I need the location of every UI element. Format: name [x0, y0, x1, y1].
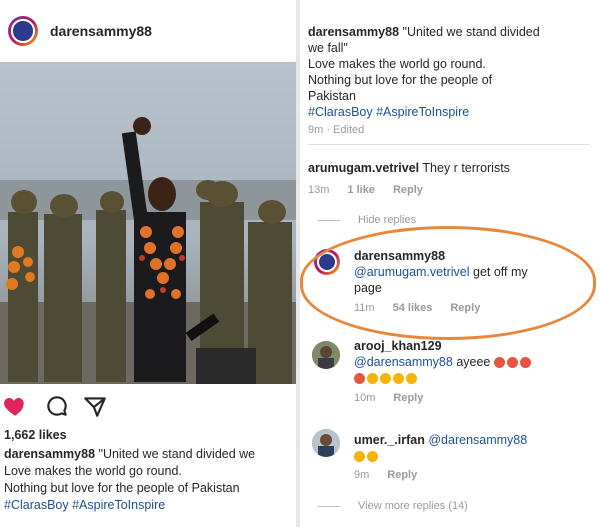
- comment-3-reply[interactable]: Reply: [393, 392, 423, 404]
- comment-4-time: 9m: [354, 469, 370, 481]
- separator: [308, 144, 590, 145]
- comment-3: arooj_khan129 @darensammy88 ayeee: [354, 338, 594, 386]
- post-panel: darensammy88 1,662 likes darensammy88 "U…: [0, 0, 296, 527]
- reply-avatar-darensammy88[interactable]: [314, 249, 340, 275]
- comment-2-meta: 11m 54 likes Reply: [354, 302, 480, 314]
- comment-2-username[interactable]: darensammy88: [354, 249, 445, 263]
- comment-1-text: They r terrorists: [422, 161, 510, 175]
- post-actions: [0, 393, 296, 423]
- post-photo[interactable]: [0, 62, 296, 384]
- hide-replies[interactable]: Hide replies: [318, 214, 416, 226]
- comments-caption: darensammy88 "United we stand divided we…: [308, 24, 596, 120]
- share-icon[interactable]: [82, 393, 108, 419]
- heart-eyes-emoji-icon: [493, 355, 533, 369]
- comment-4-reply[interactable]: Reply: [387, 469, 417, 481]
- post-header: darensammy88: [0, 0, 296, 62]
- caption-hashtags[interactable]: #ClarasBoy #AspireToInspire: [4, 497, 294, 514]
- comment-3-username[interactable]: arooj_khan129: [354, 339, 442, 353]
- comment-2: darensammy88 @arumugam.vetrivel get off …: [354, 248, 594, 296]
- emoji-row-icon: [354, 370, 594, 386]
- comments-caption-hashtags[interactable]: #ClarasBoy #AspireToInspire: [308, 104, 596, 120]
- reply-avatar-arooj-khan129[interactable]: [312, 341, 340, 369]
- hide-replies-label[interactable]: Hide replies: [358, 214, 416, 226]
- reply-avatar-umer-irfan[interactable]: [312, 429, 340, 457]
- comment-4-meta: 9m Reply: [354, 469, 417, 481]
- comment-4-mention[interactable]: @darensammy88: [428, 433, 527, 447]
- heart-icon[interactable]: [2, 393, 28, 419]
- comment-1-likes[interactable]: 1 like: [347, 184, 375, 196]
- comment-3-time: 10m: [354, 392, 376, 404]
- comment-4: umer._.irfan @darensammy88: [354, 432, 594, 464]
- comment-4-username[interactable]: umer._.irfan: [354, 433, 425, 447]
- caption-line-3: Nothing but love for the people of Pakis…: [4, 481, 240, 495]
- comment-2-likes[interactable]: 54 likes: [393, 302, 433, 314]
- comment-1: arumugam.vetrivel They r terrorists: [308, 160, 598, 176]
- comment-3-text: ayeee: [456, 355, 491, 369]
- view-more-replies[interactable]: View more replies (14): [318, 500, 468, 512]
- comment-1-time: 13m: [308, 184, 330, 196]
- comment-1-meta: 13m 1 like Reply: [308, 184, 423, 196]
- comment-2-reply[interactable]: Reply: [450, 302, 480, 314]
- photo-scene: [0, 62, 296, 384]
- view-more-replies-label[interactable]: View more replies (14): [358, 500, 468, 512]
- comments-caption-line-1: "United we stand divided: [402, 25, 540, 39]
- laughing-emoji-icon: [354, 448, 594, 464]
- comments-caption-line-3: Love makes the world go round.: [308, 57, 486, 71]
- comment-2-text: get off my: [473, 265, 528, 279]
- post-caption: darensammy88 "United we stand divided we…: [4, 446, 294, 514]
- comment-2-mention[interactable]: @arumugam.vetrivel: [354, 265, 470, 279]
- comments-caption-username[interactable]: darensammy88: [308, 25, 399, 39]
- comment-1-username[interactable]: arumugam.vetrivel: [308, 161, 419, 175]
- comments-caption-line-5: Pakistan: [308, 89, 356, 103]
- comment-2-text-2: page: [354, 281, 382, 295]
- caption-line-1: "United we stand divided we: [98, 447, 256, 461]
- comments-caption-line-4: Nothing but love for the people of: [308, 73, 493, 87]
- comment-icon[interactable]: [44, 393, 70, 419]
- post-username[interactable]: darensammy88: [50, 23, 152, 39]
- comment-1-reply[interactable]: Reply: [393, 184, 423, 196]
- caption-meta: 9m · Edited: [308, 124, 364, 136]
- comment-3-meta: 10m Reply: [354, 392, 423, 404]
- profile-avatar[interactable]: [8, 16, 38, 46]
- comment-2-time: 11m: [354, 302, 375, 314]
- caption-time: 9m · Edited: [308, 124, 365, 136]
- comment-3-mention[interactable]: @darensammy88: [354, 355, 453, 369]
- comments-caption-line-2: we fall": [308, 41, 348, 55]
- caption-username[interactable]: darensammy88: [4, 447, 95, 461]
- caption-line-2: Love makes the world go round.: [4, 464, 182, 478]
- like-count[interactable]: 1,662 likes: [4, 428, 67, 442]
